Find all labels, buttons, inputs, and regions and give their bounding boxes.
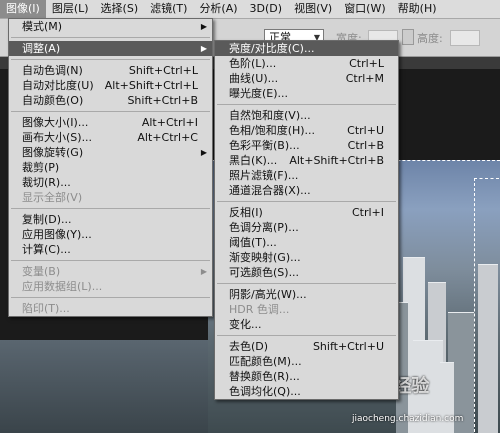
menu-item-exposure[interactable]: 曝光度(E)... [215, 86, 398, 101]
menu-select[interactable]: 选择(S) [95, 0, 145, 18]
menu-item-auto-tone[interactable]: 自动色调(N) Shift+Ctrl+L [9, 63, 212, 78]
menu-item-image-rotation[interactable]: 图像旋转(G) ▶ [9, 145, 212, 160]
menu-item-threshold[interactable]: 阈值(T)... [215, 235, 398, 250]
menu-divider [11, 260, 210, 261]
menu-item-variations[interactable]: 变化... [215, 317, 398, 332]
menu-item-reveal-all[interactable]: 显示全部(V) [9, 190, 212, 205]
menu-item-posterize[interactable]: 色调分离(P)... [215, 220, 398, 235]
menu-3d[interactable]: 3D(D) [244, 0, 289, 18]
menu-divider [217, 283, 396, 284]
submenu-arrow-icon: ▶ [200, 22, 207, 31]
menu-item-crop[interactable]: 裁剪(P) [9, 160, 212, 175]
menu-item-calculations[interactable]: 计算(C)... [9, 242, 212, 257]
height-label: 高度: [417, 32, 443, 45]
menu-item-replace-color[interactable]: 替换颜色(R)... [215, 369, 398, 384]
menu-item-black-white[interactable]: 黑白(K)... Alt+Shift+Ctrl+B [215, 153, 398, 168]
watermark-url: jiaocheng.chazidian.com [352, 414, 464, 424]
submenu-arrow-icon: ▶ [200, 148, 207, 157]
menu-item-photo-filter[interactable]: 照片滤镜(F)... [215, 168, 398, 183]
height-field[interactable] [450, 30, 480, 46]
menu-image[interactable]: 图像(I) [0, 0, 46, 18]
menu-window[interactable]: 窗口(W) [338, 0, 391, 18]
menu-item-color-balance[interactable]: 色彩平衡(B)... Ctrl+B [215, 138, 398, 153]
menu-divider [11, 111, 210, 112]
menu-divider [11, 297, 210, 298]
menu-bar: 图像(I) 图层(L) 选择(S) 滤镜(T) 分析(A) 3D(D) 视图(V… [0, 0, 500, 19]
selection-marquee [474, 178, 499, 433]
menu-divider [217, 201, 396, 202]
menu-item-trap[interactable]: 陷印(T)... [9, 301, 212, 316]
menu-item-hue-saturation[interactable]: 色相/饱和度(H)... Ctrl+U [215, 123, 398, 138]
menu-item-canvas-size[interactable]: 画布大小(S)... Alt+Ctrl+C [9, 130, 212, 145]
swap-icon[interactable] [402, 29, 414, 45]
menu-item-image-size[interactable]: 图像大小(I)... Alt+Ctrl+I [9, 115, 212, 130]
menu-item-channel-mixer[interactable]: 通道混合器(X)... [215, 183, 398, 198]
menu-divider [217, 104, 396, 105]
menu-item-auto-color[interactable]: 自动颜色(O) Shift+Ctrl+B [9, 93, 212, 108]
menu-item-trim[interactable]: 裁切(R)... [9, 175, 212, 190]
menu-item-shadows-highlights[interactable]: 阴影/高光(W)... [215, 287, 398, 302]
menu-item-invert[interactable]: 反相(I) Ctrl+I [215, 205, 398, 220]
menu-divider [217, 335, 396, 336]
menu-item-adjust[interactable]: 调整(A) ▶ [9, 41, 212, 56]
menu-help[interactable]: 帮助(H) [392, 0, 443, 18]
menu-divider [11, 59, 210, 60]
menu-divider [11, 37, 210, 38]
menu-item-hdr-toning[interactable]: HDR 色调... [215, 302, 398, 317]
menu-item-apply-image[interactable]: 应用图像(Y)... [9, 227, 212, 242]
menu-item-desaturate[interactable]: 去色(D) Shift+Ctrl+U [215, 339, 398, 354]
menu-item-brightness-contrast[interactable]: 亮度/对比度(C)... [215, 41, 398, 56]
adjustments-submenu: 亮度/对比度(C)... 色阶(L)... Ctrl+L 曲线(U)... Ctrl… [214, 40, 399, 400]
menu-divider [11, 208, 210, 209]
menu-item-curves[interactable]: 曲线(U)... Ctrl+M [215, 71, 398, 86]
menu-item-match-color[interactable]: 匹配颜色(M)... [215, 354, 398, 369]
menu-layer[interactable]: 图层(L) [46, 0, 95, 18]
menu-item-mode[interactable]: 模式(M) ▶ [9, 19, 212, 34]
canvas-left-part [0, 340, 208, 433]
menu-filter[interactable]: 滤镜(T) [144, 0, 193, 18]
menu-item-variables[interactable]: 变量(B) ▶ [9, 264, 212, 279]
image-menu: 模式(M) ▶ 调整(A) ▶ 自动色调(N) Shift+Ctrl+L 自动对比度(… [8, 18, 213, 317]
menu-item-apply-dataset[interactable]: 应用数据组(L)... [9, 279, 212, 294]
menu-view[interactable]: 视图(V) [288, 0, 338, 18]
menu-item-auto-contrast[interactable]: 自动对比度(U) Alt+Shift+Ctrl+L [9, 78, 212, 93]
menu-item-duplicate[interactable]: 复制(D)... [9, 212, 212, 227]
menu-item-levels[interactable]: 色阶(L)... Ctrl+L [215, 56, 398, 71]
menu-analysis[interactable]: 分析(A) [193, 0, 243, 18]
menu-item-equalize[interactable]: 色调均化(Q)... [215, 384, 398, 399]
menu-item-vibrance[interactable]: 自然饱和度(V)... [215, 108, 398, 123]
submenu-arrow-icon: ▶ [200, 44, 207, 53]
menu-item-gradient-map[interactable]: 渐变映射(G)... [215, 250, 398, 265]
menu-item-selective-color[interactable]: 可选颜色(S)... [215, 265, 398, 280]
submenu-arrow-icon: ▶ [200, 267, 207, 276]
